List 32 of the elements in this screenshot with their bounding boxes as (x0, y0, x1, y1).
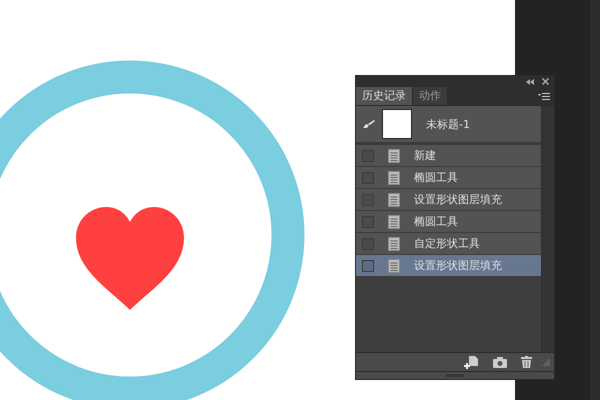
document-icon (388, 170, 400, 184)
history-item[interactable]: 椭圆工具 (356, 211, 541, 233)
history-source-checkbox[interactable] (362, 150, 374, 162)
close-icon[interactable] (542, 78, 549, 85)
brush-icon (362, 119, 376, 129)
history-source-checkbox[interactable] (362, 194, 374, 206)
panel-tab[interactable]: 动作 (413, 87, 448, 105)
history-item[interactable]: 设置形状图层填充 (356, 255, 541, 277)
history-source-checkbox[interactable] (362, 216, 374, 228)
history-source-checkbox[interactable] (362, 238, 374, 250)
scrollbar-track[interactable] (541, 106, 554, 352)
document-icon (388, 192, 400, 206)
panel-tab[interactable]: 历史记录 (356, 87, 413, 105)
camera-icon[interactable] (493, 356, 507, 368)
drag-handle-icon[interactable] (446, 374, 464, 377)
new-document-icon[interactable] (464, 356, 479, 368)
trash-icon[interactable] (521, 356, 532, 368)
history-item[interactable]: 设置形状图层填充 (356, 189, 541, 211)
history-item[interactable]: 新建 (356, 145, 541, 167)
history-source-checkbox[interactable] (362, 260, 374, 272)
document-icon (388, 148, 400, 162)
resize-grip-icon[interactable] (542, 358, 550, 366)
history-item[interactable]: 椭圆工具 (356, 167, 541, 189)
snapshot-name: 未标题-1 (426, 116, 470, 132)
menu-icon[interactable] (538, 93, 550, 100)
snapshot-thumbnail[interactable] (382, 109, 412, 139)
history-item[interactable]: 自定形状工具 (356, 233, 541, 255)
document-icon (388, 214, 400, 228)
document-icon (388, 236, 400, 250)
collapse-icon[interactable] (526, 78, 534, 84)
document-icon (388, 258, 400, 272)
history-source-checkbox[interactable] (362, 172, 374, 184)
